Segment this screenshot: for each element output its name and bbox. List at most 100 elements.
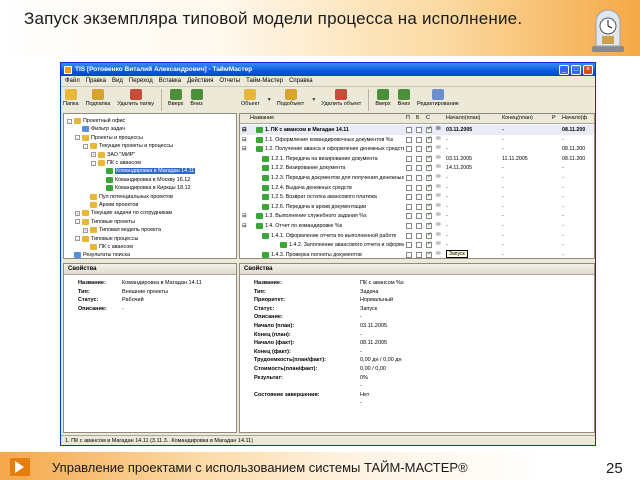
col-name-header[interactable]: Название (250, 115, 274, 121)
col-start-plan-header[interactable]: Начало(план) (446, 115, 480, 121)
menu-item[interactable]: Переход (129, 78, 153, 84)
row-checkbox[interactable] (416, 242, 422, 249)
menu-item[interactable]: Действия (187, 78, 213, 84)
menu-item[interactable]: Отчеты (219, 78, 240, 84)
row-checkbox[interactable] (426, 250, 432, 258)
row-checkbox[interactable] (406, 165, 412, 172)
row-checkbox[interactable] (426, 202, 432, 210)
menu-item[interactable]: Справка (289, 78, 313, 84)
row-checkbox[interactable] (426, 211, 432, 220)
maximize-button[interactable]: □ (571, 64, 581, 75)
expander-icon[interactable]: ⊟ (242, 146, 246, 152)
expander-icon[interactable]: ⊟ (242, 213, 246, 219)
row-checkbox[interactable] (416, 165, 422, 172)
minimize-button[interactable]: _ (559, 64, 569, 75)
row-checkbox[interactable] (416, 146, 422, 153)
row-checkbox[interactable] (406, 232, 412, 239)
expander-icon[interactable]: ⊟ (242, 127, 246, 133)
table-row[interactable]: 1.2.5. Возврат остатка авансового платеж… (240, 192, 594, 202)
expander-icon[interactable]: - (67, 118, 72, 124)
table-row[interactable]: ⊟1.3. Выполнение служебного задания %s✉-… (240, 211, 594, 221)
row-checkbox[interactable] (406, 213, 412, 220)
toolbar-button[interactable]: Папка (63, 89, 79, 107)
expander-icon[interactable]: + (91, 152, 96, 158)
row-checkbox[interactable] (416, 155, 422, 162)
row-checkbox[interactable] (426, 135, 432, 143)
table-row[interactable]: ⊟ 1.1. Оформление командировочных докумен… (240, 135, 594, 145)
chevron-down-icon[interactable]: ▼ (311, 97, 316, 103)
expander-icon[interactable]: ⊟ (242, 223, 246, 229)
row-checkbox[interactable] (416, 136, 422, 143)
menu-item[interactable]: Вставка (159, 78, 181, 84)
row-checkbox[interactable] (416, 213, 422, 220)
chevron-down-icon[interactable]: ▼ (267, 97, 272, 103)
row-checkbox[interactable] (426, 125, 432, 133)
col-c-header[interactable]: С (426, 115, 430, 121)
toolbar-button[interactable]: Редактирование (417, 89, 459, 107)
row-checkbox[interactable] (406, 184, 412, 191)
row-checkbox[interactable] (426, 221, 432, 229)
row-checkbox[interactable] (426, 192, 432, 201)
tree-item[interactable]: Результаты поиска (67, 250, 130, 258)
table-row[interactable]: ⊟ 1.2. Получение аванса и оформление дене… (240, 144, 594, 154)
row-checkbox[interactable] (406, 223, 412, 229)
table-row[interactable]: 1.4.1. Оформление отчета по выполненной … (240, 231, 594, 241)
row-checkbox[interactable] (426, 173, 432, 181)
row-checkbox[interactable] (426, 144, 432, 153)
menu-item[interactable]: Вид (112, 78, 123, 84)
row-checkbox[interactable] (406, 251, 412, 258)
row-checkbox[interactable] (416, 251, 422, 258)
toolbar-button[interactable]: Подобъект (277, 89, 304, 107)
col-end-plan-header[interactable]: Конец(план) (502, 115, 533, 121)
table-row[interactable]: 1.2.2. Визирование документа ✉ 14.11.2005 -… (240, 163, 594, 173)
row-checkbox[interactable] (406, 155, 412, 162)
row-checkbox[interactable] (406, 175, 412, 181)
row-checkbox[interactable] (426, 231, 432, 239)
row-checkbox[interactable] (406, 242, 412, 249)
table-row[interactable]: 1.4.3. Проверка полноты документов✉--- (240, 250, 594, 258)
row-checkbox[interactable] (406, 146, 412, 153)
menu-item[interactable]: Файл (65, 78, 80, 84)
row-checkbox[interactable] (416, 194, 422, 201)
toolbar-button[interactable]: Вниз (190, 89, 203, 107)
task-grid[interactable]: Название П Б С Начало(план) Конец(план) … (239, 113, 595, 259)
col-p2-header[interactable]: P (552, 115, 556, 121)
table-row[interactable]: 1.2.6. Передача в архив документации✉--- (240, 202, 594, 212)
table-row[interactable]: 1.2.1. Передача на визирование документа… (240, 154, 594, 164)
expander-icon[interactable]: + (83, 227, 88, 233)
close-button[interactable]: × (583, 64, 593, 75)
row-checkbox[interactable] (426, 154, 432, 162)
table-row[interactable]: 1.2.4. Выдача денежных средств✉--- (240, 183, 594, 193)
toolbar-button[interactable]: Объект (241, 89, 260, 107)
expander-icon[interactable]: ⊟ (242, 137, 246, 143)
row-checkbox[interactable] (426, 240, 432, 249)
row-checkbox[interactable] (406, 194, 412, 201)
col-start-fact-header[interactable]: Начало(ф (562, 115, 587, 121)
expander-icon[interactable]: - (75, 236, 80, 242)
toolbar-button[interactable]: Подпапка (86, 89, 110, 107)
expander-icon[interactable]: - (83, 143, 88, 149)
row-checkbox[interactable] (406, 127, 412, 133)
folder-tree[interactable]: - Проектный офис Фильтр задач - Проекты и пр… (63, 113, 237, 259)
row-checkbox[interactable] (416, 127, 422, 133)
menu-item[interactable]: Правка (86, 78, 106, 84)
table-row[interactable]: 1.4.2. Заполнение авансового отчета и оф… (240, 240, 594, 250)
toolbar-button[interactable]: Удалить папку (117, 89, 154, 107)
menu-item[interactable]: Тайм-Мастер (246, 78, 283, 84)
expander-icon[interactable]: - (91, 160, 96, 166)
row-checkbox[interactable] (426, 163, 432, 172)
row-checkbox[interactable] (406, 203, 412, 210)
toolbar-button[interactable]: Вниз (398, 89, 410, 107)
row-checkbox[interactable] (426, 183, 432, 191)
toolbar-button[interactable]: Вверх (375, 89, 391, 107)
col-b-header[interactable]: Б (416, 115, 420, 121)
row-checkbox[interactable] (416, 184, 422, 191)
col-p-header[interactable]: П (406, 115, 410, 121)
row-checkbox[interactable] (406, 136, 412, 143)
row-checkbox[interactable] (416, 203, 422, 210)
toolbar-button[interactable]: Удалить объект (321, 89, 361, 107)
table-row[interactable]: 1.2.3. Передача документов для получения… (240, 173, 594, 183)
row-checkbox[interactable] (416, 175, 422, 181)
expander-icon[interactable]: + (75, 210, 80, 216)
window-titlebar[interactable]: TIS [Ротовенко Виталий Александрович] - … (61, 63, 595, 76)
